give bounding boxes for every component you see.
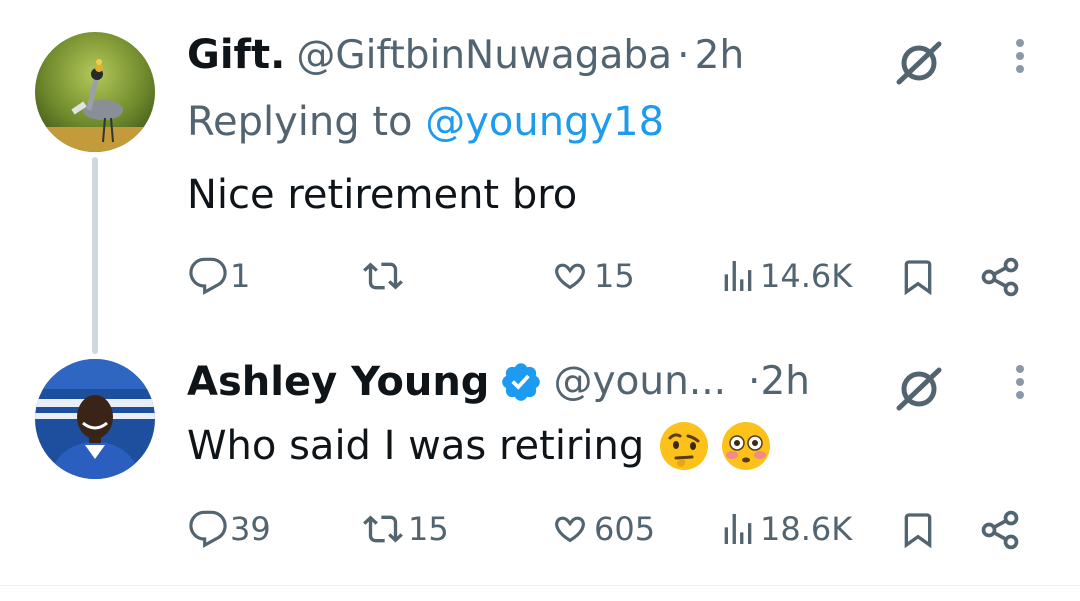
retweet-icon bbox=[360, 509, 406, 549]
separator-dot: · bbox=[748, 359, 761, 404]
views-icon bbox=[718, 509, 758, 549]
views-icon bbox=[718, 256, 758, 296]
timestamp[interactable]: 2h bbox=[695, 33, 745, 78]
tweet-header: Gift. @GiftbinNuwagaba · 2h bbox=[187, 28, 744, 90]
avatar-ashley-young[interactable] bbox=[35, 359, 155, 479]
retweet-button[interactable] bbox=[360, 256, 408, 296]
user-handle[interactable]: @youn... bbox=[553, 355, 726, 409]
raised-eyebrow-emoji-icon bbox=[658, 420, 710, 472]
tweet-text: Who said I was retiring bbox=[187, 423, 645, 469]
replying-to: Replying to @youngy18 bbox=[187, 95, 664, 149]
views-count: 18.6K bbox=[760, 510, 853, 548]
retweet-icon bbox=[360, 256, 406, 296]
grok-icon[interactable] bbox=[893, 364, 945, 418]
share-icon[interactable] bbox=[978, 255, 1022, 303]
like-count: 605 bbox=[594, 510, 656, 548]
display-name[interactable]: Gift. bbox=[187, 32, 285, 78]
reply-button[interactable]: 1 bbox=[188, 256, 250, 296]
share-icon[interactable] bbox=[978, 508, 1022, 556]
bookmark-icon[interactable] bbox=[898, 509, 938, 555]
divider bbox=[0, 585, 1080, 586]
more-icon[interactable] bbox=[1012, 38, 1028, 82]
timestamp[interactable]: 2h bbox=[760, 355, 810, 409]
flushed-emoji-icon bbox=[720, 420, 772, 472]
retweet-button[interactable]: 15 bbox=[360, 509, 449, 549]
more-icon[interactable] bbox=[1012, 364, 1028, 408]
views-count: 14.6K bbox=[760, 257, 853, 295]
avatar-gift[interactable] bbox=[35, 32, 155, 152]
like-count: 15 bbox=[594, 257, 635, 295]
reply-count: 1 bbox=[230, 257, 251, 295]
reply-icon bbox=[188, 256, 228, 296]
reply-button[interactable]: 39 bbox=[188, 509, 271, 549]
views-button[interactable]: 14.6K bbox=[718, 256, 852, 296]
like-button[interactable]: 15 bbox=[548, 256, 635, 296]
tweet-header: Ashley Young @youn... · 2h bbox=[187, 355, 810, 409]
display-name[interactable]: Ashley Young bbox=[187, 355, 489, 409]
bookmark-icon[interactable] bbox=[898, 256, 938, 302]
like-icon bbox=[548, 509, 592, 549]
separator-dot: · bbox=[677, 33, 690, 78]
retweet-count: 15 bbox=[408, 510, 449, 548]
replying-handle-link[interactable]: @youngy18 bbox=[425, 99, 664, 145]
replying-prefix: Replying to bbox=[187, 99, 413, 145]
tweet-text-row: Who said I was retiring bbox=[187, 419, 772, 473]
like-button[interactable]: 605 bbox=[548, 509, 655, 549]
verified-badge-icon bbox=[499, 360, 543, 404]
like-icon bbox=[548, 256, 592, 296]
grok-icon[interactable] bbox=[893, 38, 945, 92]
views-button[interactable]: 18.6K bbox=[718, 509, 852, 549]
reply-icon bbox=[188, 509, 228, 549]
tweet-text: Nice retirement bro bbox=[187, 172, 578, 218]
thread-line bbox=[92, 157, 98, 354]
reply-count: 39 bbox=[230, 510, 271, 548]
user-handle[interactable]: @GiftbinNuwagaba bbox=[296, 33, 672, 78]
